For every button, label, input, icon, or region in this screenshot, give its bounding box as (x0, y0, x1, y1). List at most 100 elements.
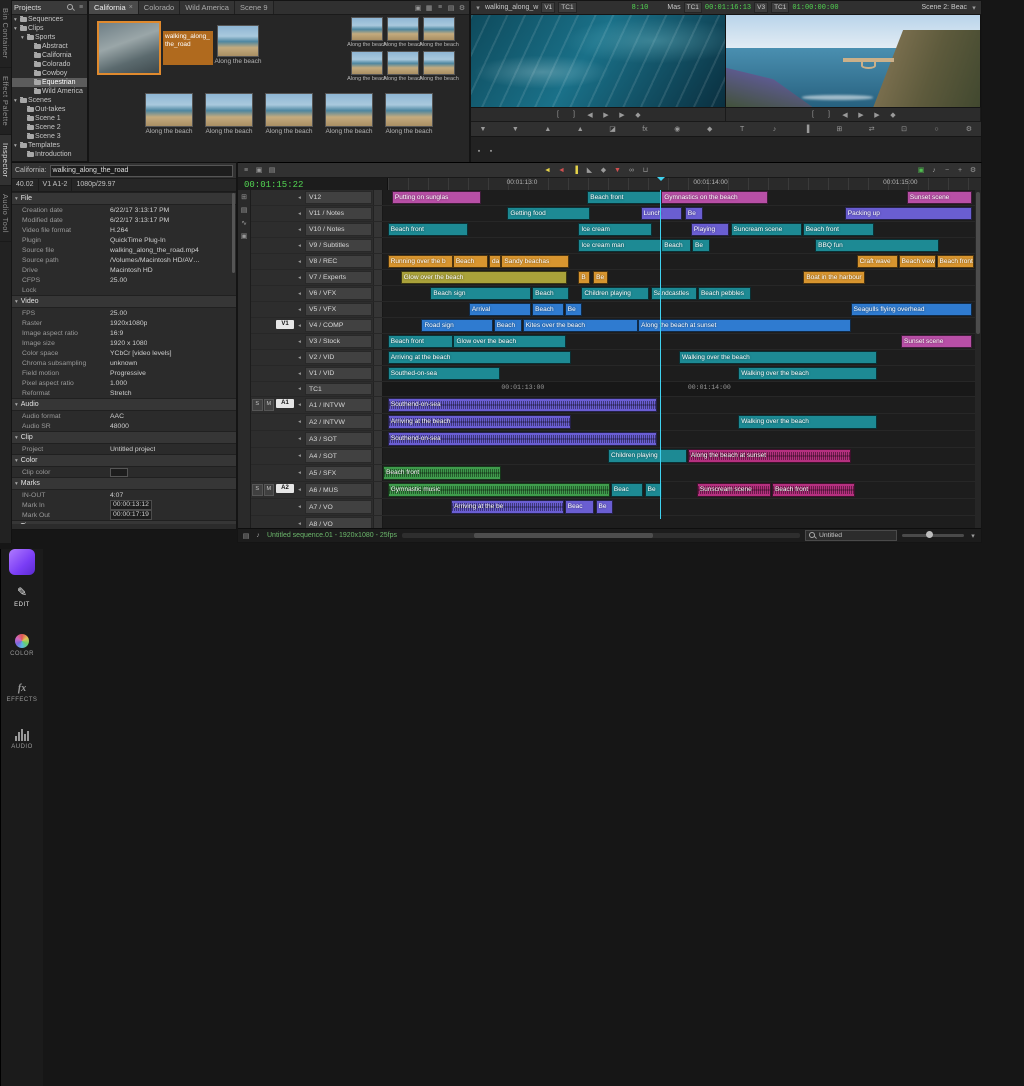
timeline-clip-children-playing[interactable]: Children playing (581, 287, 649, 300)
sync-lock-cell[interactable] (373, 238, 382, 253)
timeline-clip-ice-cream[interactable]: Ice cream (578, 223, 652, 236)
track-selector-button[interactable]: A6 / MUS (305, 483, 372, 497)
app-logo[interactable] (9, 549, 35, 575)
track-monitor-icon[interactable]: ◂ (295, 254, 304, 269)
track-selector-button[interactable]: A3 / SOT (305, 432, 372, 446)
grid-icon[interactable]: ⊞ (835, 124, 843, 134)
audio-mixer-icon[interactable]: ♪ (771, 124, 779, 134)
clip-thumbnail-along-the-beach[interactable] (387, 51, 419, 75)
timeline-clip-beach-front[interactable]: Beach front (383, 466, 501, 480)
script-view-icon[interactable]: ≡ (436, 3, 444, 13)
frame-view-icon[interactable]: ▦ (425, 3, 433, 13)
clip-thumbnail-along-the-beach[interactable] (423, 51, 455, 75)
track-lane-v11[interactable]: Getting foodLunchBePacking up (383, 206, 975, 221)
timeline-clip-running-over-the-b[interactable]: Running over the b (388, 255, 453, 268)
timeline-clip-be[interactable]: Be (685, 207, 703, 220)
source-patch-a1[interactable]: A1 (276, 399, 294, 408)
audio-track-toggle-icon[interactable]: ♪ (254, 531, 262, 541)
timeline-clip-ice-cream-man[interactable]: Ice cream man (578, 239, 661, 252)
lock-icon[interactable]: ▣ (414, 3, 422, 13)
find-icon[interactable]: ○ (932, 124, 940, 134)
track-monitor-icon[interactable]: ◂ (295, 286, 304, 301)
timeline-clip-be[interactable]: Be (565, 303, 583, 316)
sync-lock-cell[interactable] (373, 414, 382, 430)
mark-in-icon[interactable]: [ (809, 110, 817, 120)
timeline-clip-beach-front[interactable]: Beach front (937, 255, 974, 268)
track-monitor-icon[interactable]: ◂ (295, 318, 304, 333)
record-tc-badge-2[interactable]: TC1 (771, 2, 789, 13)
keyframe-icon[interactable]: ◆ (706, 124, 714, 134)
sync-lock-cell[interactable] (373, 318, 382, 333)
timeline-clip-arriving-at-the-be[interactable]: Arriving at the be (451, 500, 563, 514)
tree-item-scene-2[interactable]: Scene 2 (12, 123, 87, 132)
track-lane-v5[interactable]: ArrivalBeachBeSeagulls flying overhead (383, 302, 975, 317)
track-monitor-icon[interactable]: ◂ (295, 334, 304, 349)
track-lane-a5[interactable]: Beach front (383, 465, 975, 481)
source-tc-badge[interactable]: TC1 (558, 2, 576, 13)
timeline-clip-boat-in-the-harbour[interactable]: Boat in the harbour (803, 271, 865, 284)
track-lane-v8[interactable]: Running over the bBeachdaSandy beachasCr… (383, 254, 975, 269)
fullscreen-icon[interactable]: ⊡ (900, 124, 908, 134)
waveform-toggle-icon[interactable]: ∿ (240, 218, 248, 228)
chevron-down-icon[interactable]: ▾ (474, 3, 482, 13)
track-monitor-icon[interactable]: ◂ (295, 238, 304, 253)
track-lane-v10[interactable]: Beach frontIce creamPlayingSuncream scen… (383, 222, 975, 237)
timeline-clip-sunset-scene[interactable]: Sunset scene (901, 335, 972, 348)
timeline-clip-beach-view[interactable]: Beach view (899, 255, 936, 268)
inspector-scrollbar[interactable] (232, 193, 235, 273)
workspace-audio-button[interactable]: AUDIO (1, 729, 43, 750)
track-selector-button[interactable]: V5 / VFX (305, 303, 372, 316)
track-monitor-icon[interactable]: ◂ (295, 222, 304, 237)
snap-icon[interactable]: ⊔ (642, 165, 650, 175)
tree-item-abstract[interactable]: Abstract (12, 42, 87, 51)
mark-in-icon[interactable]: [ (554, 110, 562, 120)
sync-lock-cell[interactable] (373, 482, 382, 498)
timeline-clip-arriving-at-the-beach[interactable]: Arriving at the beach (388, 415, 572, 429)
timeline-clip-be[interactable]: Be (692, 239, 710, 252)
track-monitor-icon[interactable]: ◂ (295, 366, 304, 381)
track-monitor-icon[interactable]: ◂ (295, 465, 304, 481)
source-patch-a2[interactable]: A2 (276, 484, 294, 493)
play-icon[interactable]: ▶ (602, 110, 610, 120)
track-selector-button[interactable]: V8 / REC (305, 255, 372, 268)
clip-thumbnail-along-the-beach[interactable] (325, 93, 373, 127)
timeline-clip-southed-on-sea[interactable]: Southed-on-sea (388, 367, 500, 380)
clip-thumbnail-along-the-beach[interactable] (265, 93, 313, 127)
timeline-clip-sandcastles[interactable]: Sandcastles (651, 287, 697, 300)
inspector-section-clip[interactable]: ▾Clip (12, 431, 236, 444)
clip-thumbnail-along-the-beach[interactable] (423, 17, 455, 41)
clip-thumbnail-along-the-beach[interactable] (385, 93, 433, 127)
timeline-clip-beach[interactable]: Beach (661, 239, 691, 252)
timeline-clip-playing[interactable]: Playing (691, 223, 729, 236)
sync-lock-cell[interactable] (373, 254, 382, 269)
timeline-clip-beach[interactable]: Beach (532, 287, 569, 300)
sync-lock-all-icon[interactable]: ▣ (240, 231, 248, 241)
clip-thumbnail-along-the-beach[interactable] (351, 51, 383, 75)
splice-in-icon[interactable]: ▼ (479, 124, 487, 134)
timeline-clip-arriving-at-the-beach[interactable]: Arriving at the beach (388, 351, 572, 364)
timeline-clip-suncream-scene[interactable]: Suncream scene (731, 223, 802, 236)
timeline-search-box[interactable]: Untitled (805, 530, 897, 541)
track-monitor-icon[interactable]: ◂ (295, 190, 304, 205)
toggle-source-record-icon[interactable]: ⊞ (240, 192, 248, 202)
tree-item-sequences[interactable]: ▾Sequences (12, 15, 87, 24)
step-forward-icon[interactable]: ▶ (618, 110, 626, 120)
side-tab-effect-palette[interactable]: Effect Palette (0, 68, 11, 135)
sync-lock-cell[interactable] (373, 334, 382, 349)
record-track-badge[interactable]: V3 (754, 2, 768, 13)
color-correction-icon[interactable]: ◉ (673, 124, 681, 134)
tree-item-clips[interactable]: ▾Clips (12, 24, 87, 33)
sync-lock-cell[interactable] (373, 302, 382, 317)
sync-lock-cell[interactable] (373, 465, 382, 481)
source-monitor-video[interactable] (471, 15, 726, 107)
list-view-icon[interactable]: ▤ (447, 3, 455, 13)
swap-monitors-icon[interactable]: ⇄ (868, 124, 876, 134)
trim-mode-icon[interactable]: ▐ (803, 124, 811, 134)
timeline-clip-bbq-fun[interactable]: BBQ fun (815, 239, 939, 252)
timeline-clip-beac[interactable]: Beac (565, 500, 595, 514)
step-backward-icon[interactable]: ◀ (841, 110, 849, 120)
title-tool-icon[interactable]: T (738, 124, 746, 134)
video-quality-icon[interactable]: ▣ (917, 165, 925, 175)
step-forward-icon[interactable]: ▶ (873, 110, 881, 120)
play-icon[interactable]: ▶ (857, 110, 865, 120)
